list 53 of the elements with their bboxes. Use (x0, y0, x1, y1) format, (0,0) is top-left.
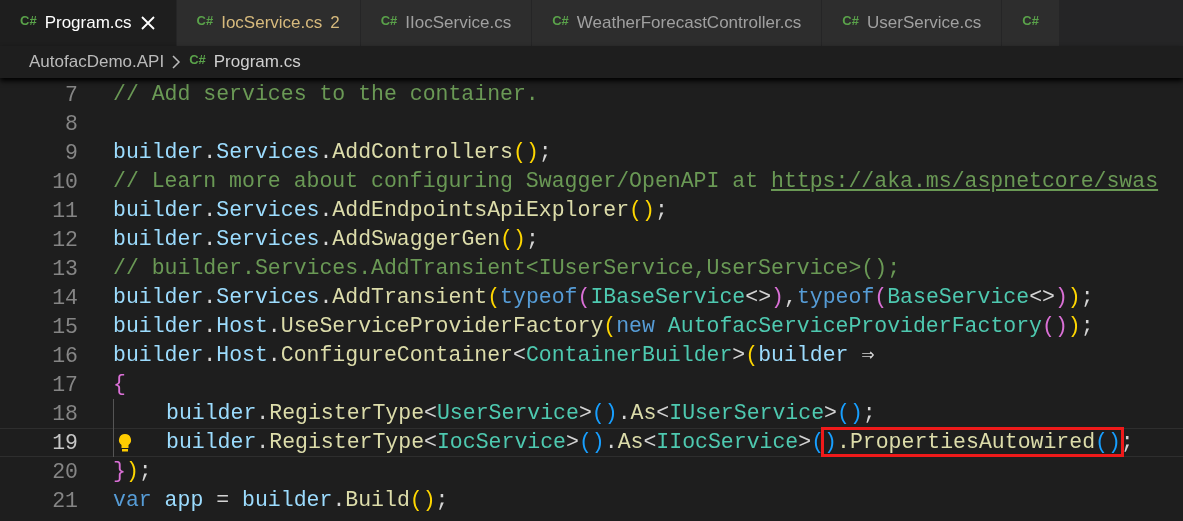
code-line: builder.Services.AddControllers(); (113, 139, 552, 166)
tab-label: IocService.cs (221, 13, 323, 33)
line-number: 13 (51, 256, 78, 281)
line-number: 15 (51, 314, 78, 339)
line-number: 17 (51, 372, 78, 397)
code-comment: // builder.Services.AddTransient<IUserService,UserService>(); (113, 255, 901, 282)
csharp-icon: C# (196, 12, 214, 28)
breadcrumb-file[interactable]: Program.cs (213, 52, 301, 72)
code-line: var app = builder.Build(); (113, 487, 449, 514)
code-line: builder.Services.AddEndpointsApiExplorer(); (113, 197, 668, 224)
csharp-icon: C# (842, 12, 859, 28)
line-number: 16 (51, 343, 78, 368)
line-number: 11 (51, 198, 78, 223)
tab-label: WeatherForecastController.cs (576, 13, 802, 33)
chevron-icon (172, 55, 182, 69)
editor-tab[interactable]: C# Program.cs (0, 0, 177, 46)
editor-tab[interactable]: C# WeatherForecastController.cs (532, 0, 823, 46)
code-line: builder.RegisterType<UserService>().As<IUserService>(); (113, 399, 876, 428)
code-line: builder.Host.ConfigureContainer<ContainerBuilder>(builder ⇒ (113, 342, 875, 369)
tab-label: Program.cs (44, 13, 132, 33)
line-number: 12 (51, 227, 78, 252)
line-number: 19 (51, 430, 78, 455)
editor-tab[interactable]: C# IocService.cs 2 (176, 0, 361, 46)
csharp-icon: C# (20, 12, 37, 28)
line-number: 21 (51, 488, 78, 513)
line-number: 20 (51, 459, 78, 484)
editor-tab[interactable]: C# IIocService.cs (360, 0, 533, 46)
code-line: }); (113, 458, 152, 485)
tab-label: IIocService.cs (405, 13, 512, 33)
line-number: 18 (51, 401, 78, 426)
code-comment: // Learn more about configuring Swagger/OpenAPI at https://aka.ms/aspnetcore/swas (113, 168, 1159, 195)
line-number: 14 (51, 285, 78, 310)
line-number: 8 (64, 111, 78, 136)
code-line: builder.Services.AddTransient(typeof(IBaseService<>),typeof(BaseService<>)); (113, 284, 1094, 311)
csharp-icon: C# (552, 12, 569, 28)
lightbulb-icon[interactable] (117, 433, 133, 453)
code-line: builder.Services.AddSwaggerGen(); (113, 226, 539, 253)
line-number: 9 (64, 140, 78, 165)
csharp-icon: C# (1022, 12, 1039, 28)
close-icon[interactable] (139, 15, 156, 31)
csharp-icon: C# (189, 51, 206, 67)
problem-count: 2 (330, 13, 340, 33)
breadcrumb-folder[interactable]: AutofacDemo.API (29, 52, 165, 72)
code-line: { (113, 371, 126, 398)
code-line: builder.Host.UseServiceProviderFactory(new AutofacServiceProviderFactory()); (113, 313, 1094, 340)
code-line: builder.RegisterType<IocService>().As<IIocService>().PropertiesAutowired(); (113, 428, 1134, 457)
editor-tab[interactable]: C# (1002, 0, 1060, 46)
line-number: 10 (51, 169, 78, 194)
editor-tab[interactable]: C# UserService.cs (822, 0, 1003, 46)
tab-label: UserService.cs (867, 13, 982, 33)
line-number: 7 (64, 82, 78, 107)
code-comment: // Add services to the container. (113, 81, 539, 108)
csharp-icon: C# (380, 12, 398, 28)
